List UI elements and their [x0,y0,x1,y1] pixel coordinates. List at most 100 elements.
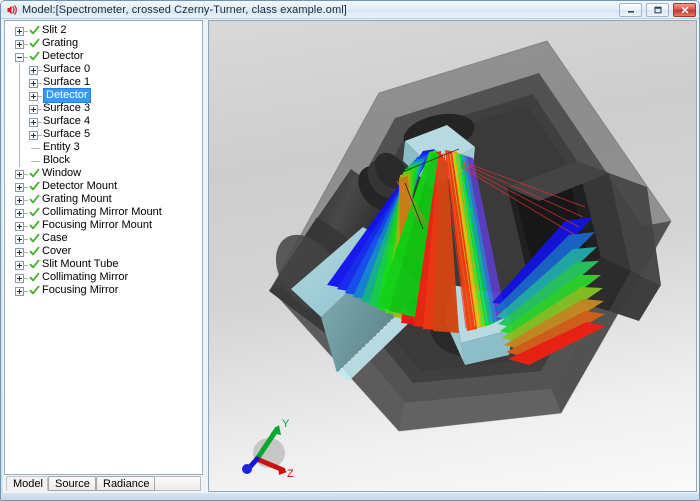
enabled-check-icon [29,194,40,205]
tree-node[interactable]: Surface 4 [5,115,202,128]
tree-node[interactable]: Surface 3 [5,102,202,115]
tree-line [24,174,28,175]
axis-label-z: Z [287,468,294,480]
enabled-check-icon [29,259,40,270]
maximize-button[interactable] [646,3,669,17]
enabled-check-icon [29,168,40,179]
tree-expander-plus-icon[interactable] [15,274,24,283]
tree-node[interactable]: Grating [5,37,202,50]
tree-line [38,96,42,97]
tree-line [38,109,42,110]
3d-viewport[interactable]: Y Z [208,20,697,492]
tree-node-label[interactable]: Surface 5 [43,128,90,141]
tree-node-label[interactable]: Slit Mount Tube [42,258,118,271]
tree-node-label[interactable]: Detector Mount [42,180,117,193]
tree-node[interactable]: Collimating Mirror [5,271,202,284]
tree-node[interactable]: Slit 2 [5,24,202,37]
tree-node-label[interactable]: Case [42,232,68,245]
tree-node[interactable]: Cover [5,245,202,258]
tree-line [38,135,42,136]
panel-tab-bar[interactable]: ModelSourceRadiance [4,475,203,492]
tree-expander-plus-icon[interactable] [29,79,38,88]
tree-line [19,89,20,102]
tree-node-label[interactable]: Focusing Mirror Mount [42,219,152,232]
tree-node-label[interactable]: Block [43,154,70,167]
model-tree[interactable]: Slit 2GratingDetectorSurface 0Surface 1D… [5,24,202,297]
tree-expander-plus-icon[interactable] [29,66,38,75]
tree-line [24,200,28,201]
tab-bar-filler [155,476,201,491]
tree-node[interactable]: Block [5,154,202,167]
tree-node-label[interactable]: Detector [42,50,84,63]
tree-expander-plus-icon[interactable] [15,209,24,218]
tab-radiance[interactable]: Radiance [96,476,155,491]
tree-line [19,76,20,89]
tree-node-label[interactable]: Cover [42,245,71,258]
tree-node[interactable]: Window [5,167,202,180]
tree-node-label[interactable]: Collimating Mirror Mount [42,206,162,219]
tree-node-label[interactable]: Slit 2 [42,24,66,37]
tree-node-label[interactable]: Grating Mount [42,193,112,206]
tree-expander-plus-icon[interactable] [15,183,24,192]
tree-expander-plus-icon[interactable] [29,131,38,140]
tree-node[interactable]: Surface 1 [5,76,202,89]
tree-node[interactable]: Surface 0 [5,63,202,76]
tree-node-label[interactable]: Collimating Mirror [42,271,128,284]
axis-label-y: Y [282,418,290,430]
tree-expander-plus-icon[interactable] [15,27,24,36]
tree-line [24,213,28,214]
tree-node[interactable]: Detector [5,50,202,63]
tree-expander-plus-icon[interactable] [15,196,24,205]
tree-line [24,239,28,240]
tree-node[interactable]: Focusing Mirror Mount [5,219,202,232]
tree-expander-minus-icon[interactable] [15,53,24,62]
tree-expander-plus-icon[interactable] [29,118,38,127]
tree-expander-plus-icon[interactable] [15,170,24,179]
tree-node[interactable]: Detector [5,89,202,102]
tree-expander-plus-icon[interactable] [29,105,38,114]
maximize-icon [647,4,668,16]
tab-model[interactable]: Model [6,476,48,491]
tree-expander-plus-icon[interactable] [15,248,24,257]
minimize-button[interactable] [619,3,642,17]
tree-node-label[interactable]: Entity 3 [43,141,80,154]
tree-expander-plus-icon[interactable] [15,261,24,270]
minimize-icon [620,4,641,16]
model-tree-panel[interactable]: Slit 2GratingDetectorSurface 0Surface 1D… [4,20,203,475]
enabled-check-icon [29,233,40,244]
tab-source[interactable]: Source [48,476,96,491]
tree-node-label[interactable]: Surface 0 [43,63,90,76]
tree-node-label[interactable]: Focusing Mirror [42,284,118,297]
enabled-check-icon [29,207,40,218]
tree-node-label[interactable]: Surface 4 [43,115,90,128]
axis-gizmo: Y Z [229,413,309,483]
tree-line [24,265,28,266]
close-button[interactable] [673,3,696,17]
tree-line [38,70,42,71]
title-bar[interactable]: Model:[Spectrometer, crossed Czerny-Turn… [1,1,700,19]
tree-node-label[interactable]: Grating [42,37,78,50]
tree-expander-plus-icon[interactable] [29,92,38,101]
enabled-check-icon [29,220,40,231]
tree-node[interactable]: Case [5,232,202,245]
tree-node[interactable]: Collimating Mirror Mount [5,206,202,219]
tree-node[interactable]: Entity 3 [5,141,202,154]
tree-node[interactable]: Focusing Mirror [5,284,202,297]
tree-line [19,63,20,76]
tree-expander-plus-icon[interactable] [15,235,24,244]
tree-expander-plus-icon[interactable] [15,287,24,296]
tree-node-label[interactable]: Detector [43,88,91,103]
tree-node[interactable]: Grating Mount [5,193,202,206]
tree-expander-plus-icon[interactable] [15,222,24,231]
tree-node-label[interactable]: Surface 3 [43,102,90,115]
tree-node[interactable]: Slit Mount Tube [5,258,202,271]
tree-line [19,115,20,128]
tree-line [24,31,28,32]
tree-expander-plus-icon[interactable] [15,40,24,49]
tree-node[interactable]: Detector Mount [5,180,202,193]
enabled-check-icon [29,272,40,283]
tree-node[interactable]: Surface 5 [5,128,202,141]
tree-line [19,141,20,154]
tree-line [31,148,40,149]
tree-node-label[interactable]: Window [42,167,81,180]
